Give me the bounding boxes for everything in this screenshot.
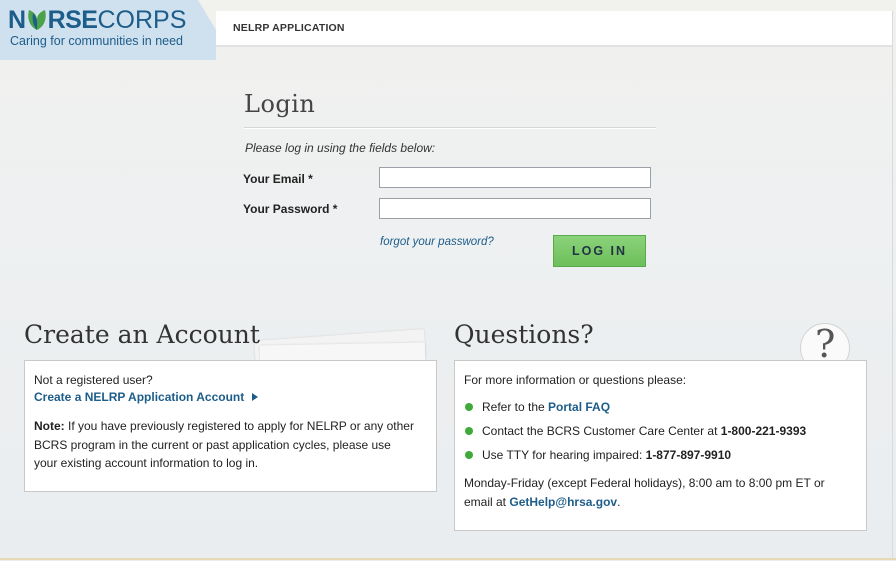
create-account-panel: Not a registered user? Create a NELRP Ap…: [24, 360, 437, 492]
questions-title: Questions?: [454, 320, 594, 349]
create-account-title: Create an Account: [24, 320, 260, 349]
tty-phone: 1-877-897-9910: [645, 448, 732, 462]
page-edge: [892, 11, 893, 559]
note-line-1: If you have previously registered to app…: [64, 419, 414, 433]
login-divider: [244, 127, 656, 129]
app-title: NELRP APPLICATION: [233, 22, 345, 34]
logo-text-n: N: [8, 6, 26, 34]
login-title: Login: [244, 90, 316, 118]
email-prefix: email at: [464, 494, 510, 509]
create-account-link[interactable]: Create a NELRP Application Account: [34, 390, 259, 404]
hours-line: Monday-Friday (except Federal holidays),…: [464, 476, 825, 490]
tty-item-text: Use TTY for hearing impaired:: [482, 448, 646, 462]
gethelp-email-link[interactable]: GetHelp@hrsa.gov: [509, 495, 617, 509]
email-field[interactable]: [379, 167, 651, 188]
logo-text-corps: CORPS: [97, 6, 187, 34]
bullet-dot-icon: [465, 403, 473, 411]
faq-item-text: Refer to the: [482, 400, 549, 414]
login-hint: Please log in using the fields below:: [245, 141, 436, 155]
questions-intro: For more information or questions please…: [464, 373, 687, 387]
questions-panel: For more information or questions please…: [454, 360, 867, 531]
footer-divider: [0, 558, 896, 560]
logo-text-rse: RSE: [47, 6, 98, 34]
contact-item: Contact the BCRS Customer Care Center at…: [482, 422, 806, 441]
nurse-corps-leaf-icon: [27, 10, 46, 30]
faq-item: Refer to the Portal FAQ: [482, 398, 610, 417]
bullet-dot-icon: [465, 427, 473, 435]
not-registered-text: Not a registered user?: [34, 373, 153, 387]
nurse-corps-logo[interactable]: N RSECORPS Caring for communities in need: [0, 0, 216, 60]
create-account-link-label: Create a NELRP Application Account: [34, 390, 245, 404]
email-label: Your Email *: [243, 172, 313, 186]
app-title-bar: NELRP APPLICATION: [216, 11, 892, 47]
contact-item-text: Contact the BCRS Customer Care Center at: [482, 424, 721, 438]
hours-text: Monday-Friday (except Federal holidays),…: [464, 474, 864, 511]
portal-faq-link[interactable]: Portal FAQ: [548, 400, 610, 414]
tty-item: Use TTY for hearing impaired: 1-877-897-…: [482, 446, 731, 465]
arrow-right-icon: [252, 393, 259, 401]
note-text: Note: If you have previously registered …: [34, 417, 434, 473]
bullet-dot-icon: [465, 451, 473, 459]
login-button[interactable]: LOG IN: [553, 235, 646, 267]
note-line-3: your existing account information to log…: [34, 456, 259, 470]
customer-care-phone: 1-800-221-9393: [720, 424, 807, 438]
email-suffix: .: [617, 494, 621, 509]
logo-wordmark: N RSECORPS: [8, 6, 186, 34]
password-label: Your Password *: [243, 202, 338, 216]
note-label: Note:: [34, 419, 65, 433]
note-line-2: BCRS program in the current or past appl…: [34, 437, 391, 452]
forgot-password-link[interactable]: forgot your password?: [380, 236, 494, 248]
logo-tagline: Caring for communities in need: [10, 34, 183, 48]
password-field[interactable]: [379, 198, 651, 219]
